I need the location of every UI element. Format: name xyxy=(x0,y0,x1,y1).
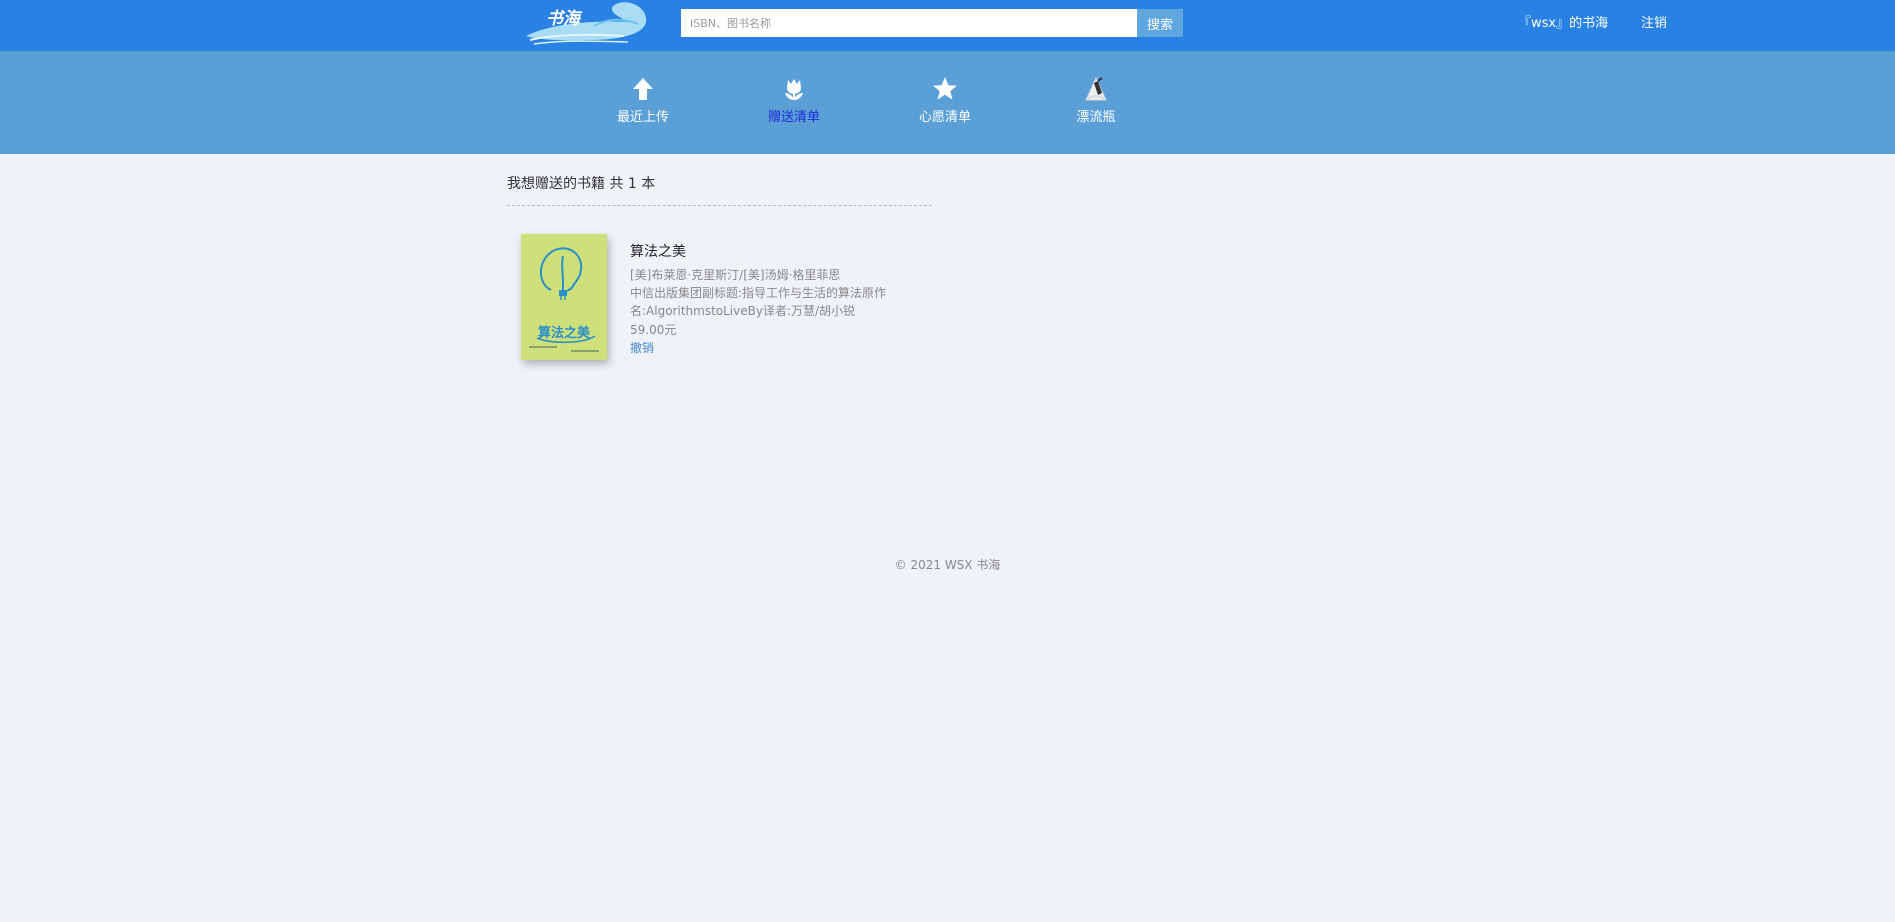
logo[interactable]: 书海 xyxy=(520,0,652,46)
book-publisher: 中信出版集团副标题:指导工作与生活的算法原作名:AlgorithmstoLive… xyxy=(630,286,887,318)
tulip-flower-icon xyxy=(785,79,803,100)
star-icon xyxy=(933,77,957,100)
drift-bottle-icon xyxy=(1085,76,1107,101)
cancel-gift-link[interactable]: 撤销 xyxy=(630,339,654,356)
book-price: 59.00元 xyxy=(630,323,677,337)
nav-label: 最近上传 xyxy=(616,110,669,125)
upload-arrow-icon xyxy=(633,78,653,100)
nav-item-gift-list[interactable]: 赠送清单 xyxy=(744,75,844,135)
nav-label: 心愿清单 xyxy=(918,110,971,125)
divider xyxy=(507,205,932,206)
top-bar: 书海 搜索 『wsx』的书海 注销 xyxy=(0,0,1895,51)
book-cover[interactable]: 算法之美 xyxy=(521,234,607,360)
search-input[interactable] xyxy=(681,9,1137,37)
nav-label: 赠送清单 xyxy=(767,110,820,125)
nav-label: 漂流瓶 xyxy=(1076,110,1116,125)
section-title: 我想赠送的书籍 共 1 本 xyxy=(507,176,656,192)
nav-item-wish-list[interactable]: 心愿清单 xyxy=(895,75,995,135)
nav-item-recent-uploads[interactable]: 最近上传 xyxy=(593,75,693,135)
book-title[interactable]: 算法之美 xyxy=(630,241,686,261)
footer-copyright: © 2021 WSX 书海 xyxy=(894,558,1001,572)
book-cover-title: 算法之美 xyxy=(537,326,590,341)
nav-item-drift-bottle[interactable]: 漂流瓶 xyxy=(1046,75,1146,135)
search-button[interactable]: 搜索 xyxy=(1137,9,1183,37)
logout-link[interactable]: 注销 xyxy=(1641,12,1667,31)
book-author: [美]布莱恩·克里斯汀/[美]汤姆·格里菲思 xyxy=(630,268,841,282)
logo-text: 书海 xyxy=(546,9,580,29)
head-circuit-illustration xyxy=(529,247,599,352)
logo-wave-icon xyxy=(526,2,647,45)
nav-bar: 最近上传 赠送清单 心愿清单 漂流瓶 xyxy=(0,51,1895,154)
user-bookshelf-link[interactable]: 『wsx』的书海 xyxy=(1518,12,1608,31)
